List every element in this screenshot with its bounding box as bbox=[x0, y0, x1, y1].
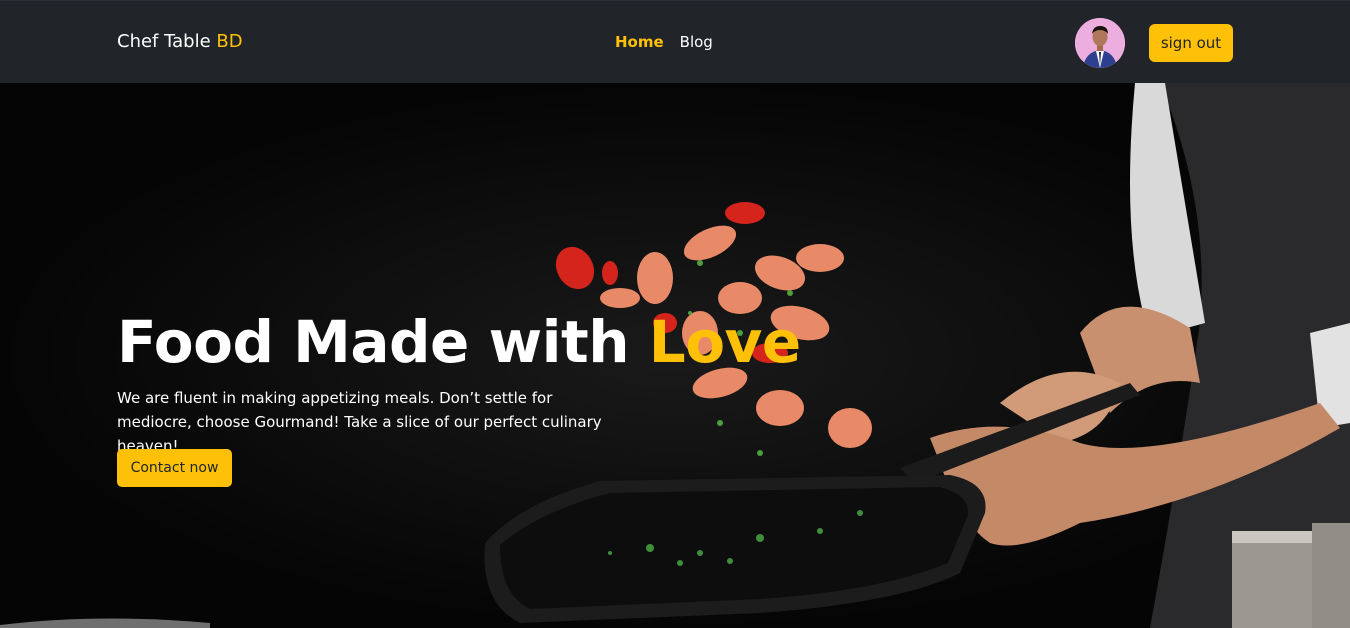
brand-text: Chef Table bbox=[117, 31, 217, 52]
brand-logo[interactable]: Chef Table BD bbox=[117, 31, 243, 52]
user-avatar-image bbox=[1075, 18, 1125, 68]
brand-accent: BD bbox=[216, 31, 243, 52]
nav-links: Home Blog bbox=[615, 33, 713, 51]
hero-title-text: Food Made with bbox=[117, 308, 649, 376]
nav-link-home[interactable]: Home bbox=[615, 33, 664, 51]
sign-out-button[interactable]: sign out bbox=[1149, 24, 1233, 62]
hero-title-accent: Love bbox=[648, 308, 801, 376]
contact-now-button[interactable]: Contact now bbox=[117, 449, 232, 487]
nav-link-blog[interactable]: Blog bbox=[680, 33, 713, 51]
hero-description: We are fluent in making appetizing meals… bbox=[117, 389, 602, 455]
hero-section: Food Made with Love We are fluent in mak… bbox=[0, 83, 1350, 628]
user-avatar[interactable] bbox=[1075, 18, 1125, 68]
hero-title: Food Made with Love bbox=[117, 308, 801, 376]
navbar: Chef Table BD Home Blog sign out bbox=[0, 0, 1350, 83]
